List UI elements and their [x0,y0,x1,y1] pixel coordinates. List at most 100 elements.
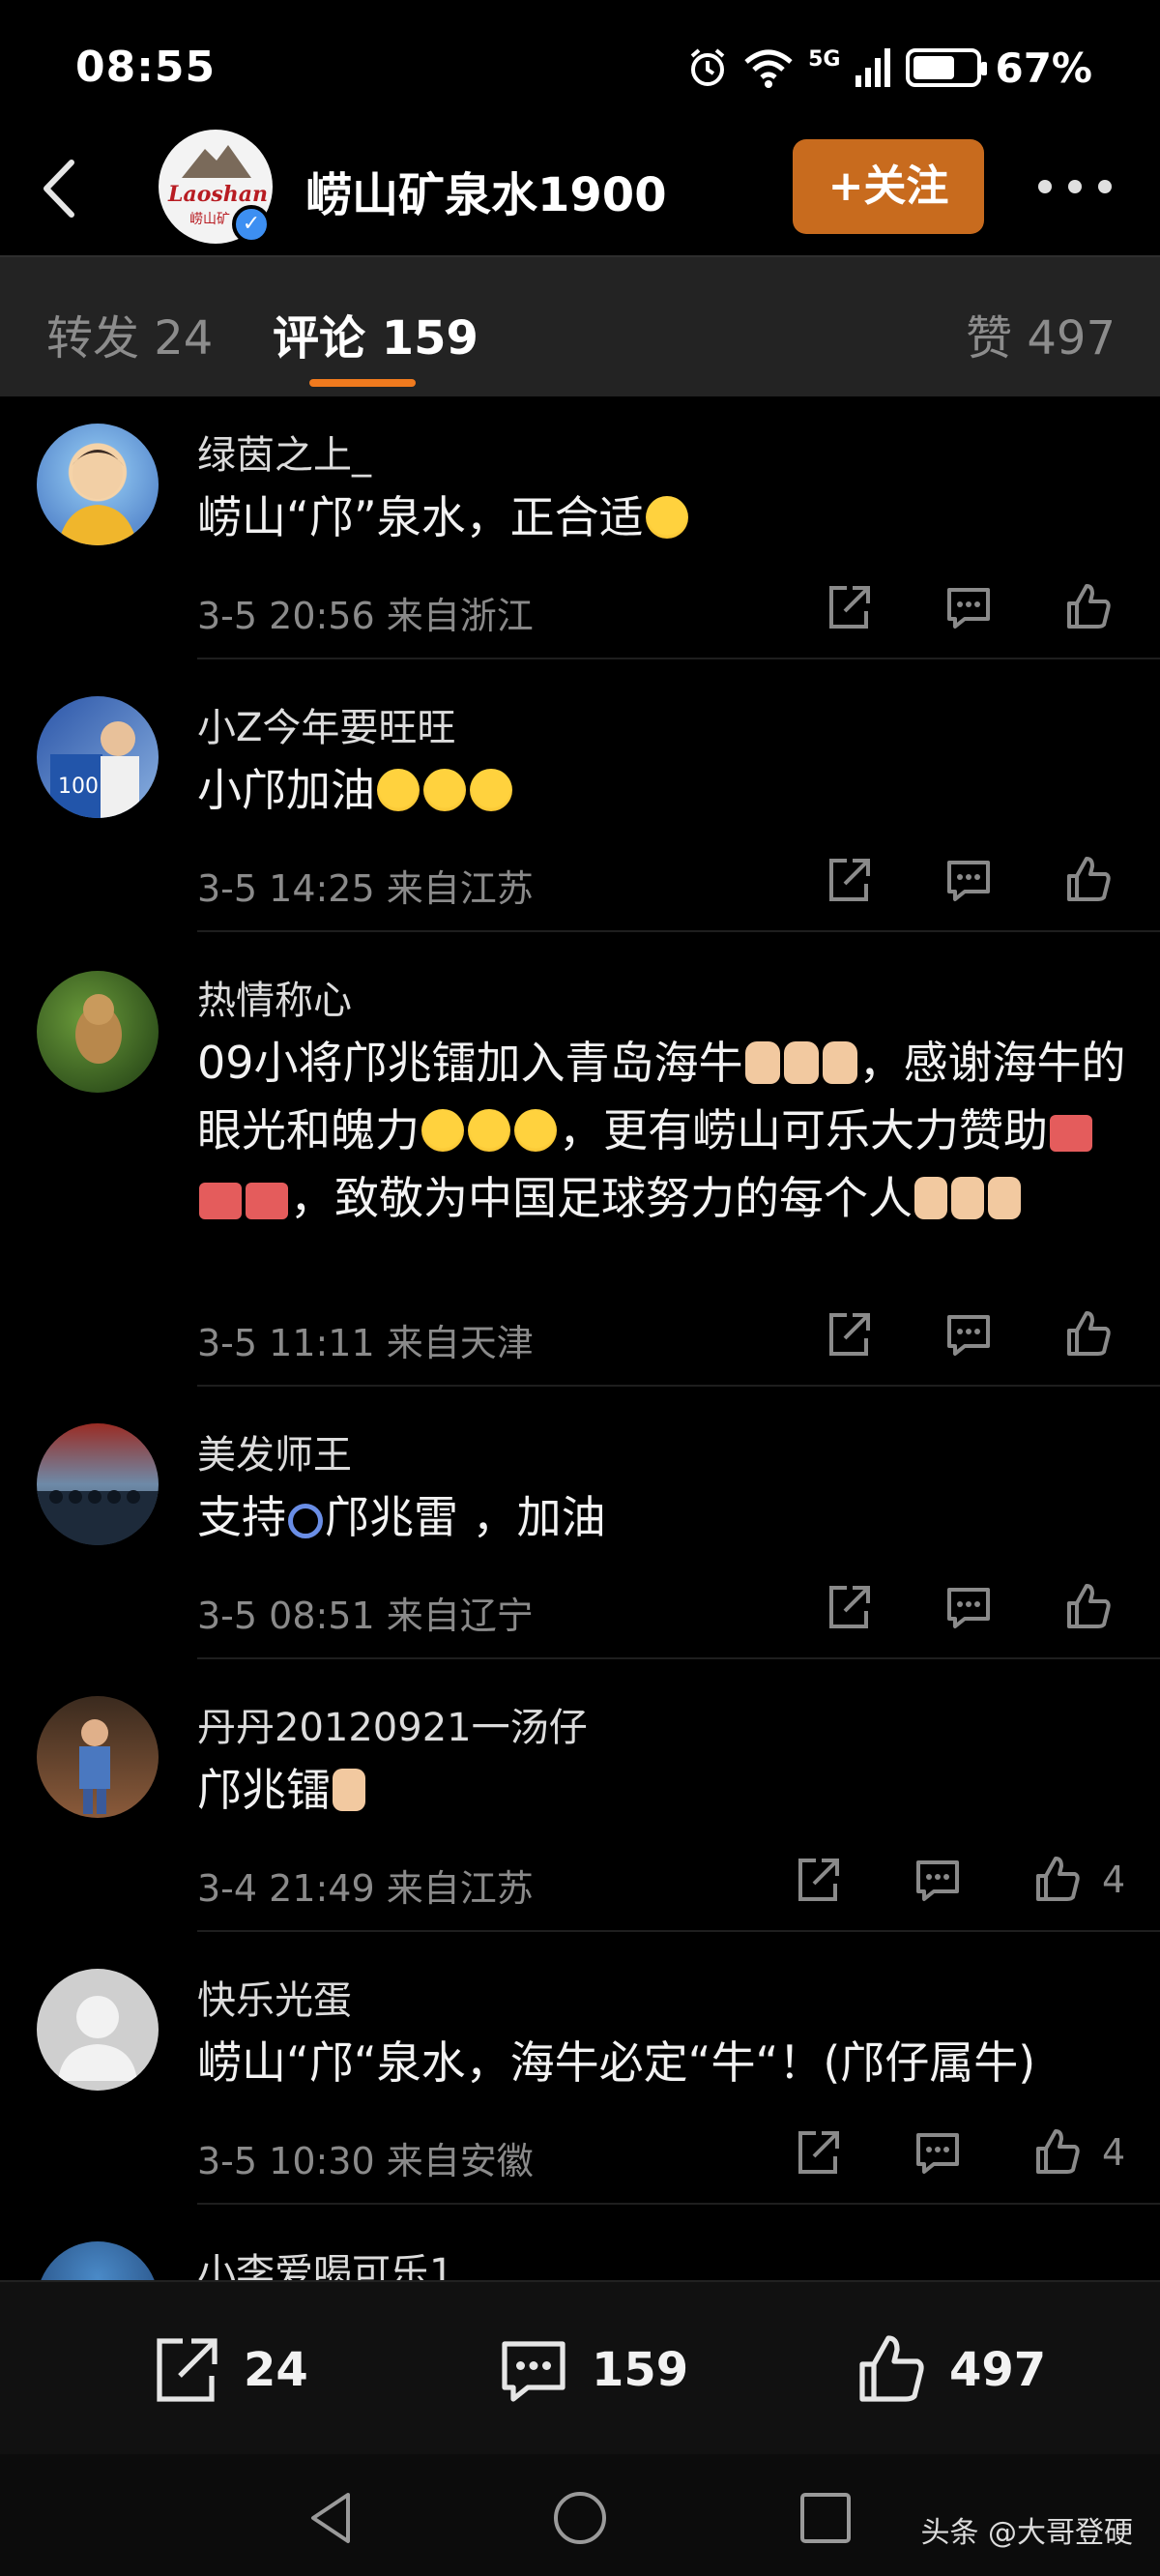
share-icon[interactable] [822,580,876,634]
divider [197,1657,1160,1659]
tab-comments[interactable]: 评论 159 [273,300,478,367]
comment-text-part: 支持 [197,1491,286,1543]
share-icon[interactable] [791,2125,845,2180]
share-icon[interactable] [791,1853,845,1907]
comment-text-part: 邝兆镭 [197,1764,331,1816]
avatar[interactable] [37,2241,159,2280]
comment-icon[interactable] [942,1580,996,1634]
signal-icon [856,48,891,87]
like-count: 497 [949,2343,1047,2397]
network-type: 5G [808,46,841,72]
comment-author[interactable]: 绿茵之上_ [197,424,371,480]
comment-count: 159 [592,2343,689,2397]
comment-button[interactable]: 159 [493,2327,688,2414]
topic-link[interactable]: 邝兆雷 ，加油 [325,1491,606,1543]
verified-badge-icon: ✓ [232,205,271,244]
comment-item: 绿茵之上_ 崂山“邝”泉水，正合适 3-5 20:56 来自浙江 [0,396,1160,669]
comment-author[interactable]: 小李爱喝可乐1 [197,2241,453,2280]
comment-icon[interactable] [942,853,996,907]
share-icon[interactable] [822,1307,876,1361]
comment-text: 支持 邝兆雷 ，加油 [197,1483,1135,1551]
tab-bar: 转发 24 评论 159 赞 497 [0,255,1160,396]
nav-recents-icon[interactable] [798,2491,853,2545]
watermark: 头条 @大哥登硬 [920,2516,1133,2550]
comment-meta: 3-5 11:11 来自天津 [197,1322,534,1364]
like-count: 4 [1102,1859,1126,1901]
comment-text: 09小将邝兆镭加入青岛海牛 ，感谢海牛的眼光和魄力 ，更有崂山可乐大力赞助，致敬为中… [197,1029,1135,1232]
comment-text: 崂山“邝“泉水，海牛必定“牛“！(邝仔属牛) [197,2036,1036,2089]
crossed-fingers-emoji-icon [333,1769,365,1811]
more-options-button[interactable] [1038,172,1112,201]
comment-author[interactable]: 丹丹20120921一汤仔 [197,1696,588,1752]
comment-icon[interactable] [942,580,996,634]
divider [197,930,1160,932]
bottom-action-bar: 24 159 497 [0,2280,1160,2454]
comment-text-part: ，更有崂山可乐大力赞助 [559,1104,1048,1156]
status-time: 08:55 [75,43,217,92]
comment-text: 邝兆镭 [197,1756,1135,1824]
avatar[interactable] [37,424,159,545]
crossed-fingers-emoji-icon [914,1177,947,1219]
alarm-icon [690,48,725,86]
share-icon[interactable] [822,853,876,907]
thumbs-up-emoji-icon [783,1041,819,1084]
svg-text:100: 100 [58,775,99,799]
like-icon[interactable] [1061,853,1116,907]
comment-text-part: ，致敬为中国足球努力的每个人 [290,1172,913,1224]
like-icon[interactable] [1030,2125,1085,2180]
like-button[interactable]: 497 [851,2327,1046,2414]
comment-text-part: 09小将邝兆镭加入青岛海牛 [197,1037,743,1089]
zan-sticker-icon [1050,1115,1092,1152]
like-icon[interactable] [1030,1853,1085,1907]
comment-author[interactable]: 小Z今年要旺旺 [197,696,455,752]
like-icon[interactable] [1061,1307,1116,1361]
share-icon[interactable] [822,1580,876,1634]
comment-icon[interactable] [911,2125,965,2180]
follow-button[interactable]: +关注 [793,139,984,234]
comment-icon[interactable] [942,1307,996,1361]
avatar[interactable]: 100 [37,696,159,818]
mountain-logo-icon [182,145,251,178]
comment-item: 丹丹20120921一汤仔 邝兆镭 3-4 21:49 来自江苏 4 [0,1669,1160,1942]
comment-meta: 3-5 08:51 来自辽宁 [197,1595,534,1637]
comment-icon [502,2341,566,2402]
repost-count: 24 [244,2343,308,2397]
status-bar: 08:55 5G 67% [0,0,1160,135]
back-button[interactable] [33,155,91,222]
laugh-cry-emoji-icon [645,496,688,539]
tab-likes[interactable]: 赞 497 [966,300,1116,367]
comment-list[interactable]: 绿茵之上_ 崂山“邝”泉水，正合适 3-5 20:56 来自浙江 100 小Z今… [0,396,1160,2280]
avatar[interactable] [37,971,159,1093]
comment-text: 崂山“邝”泉水，正合适 [197,483,1135,551]
divider [197,658,1160,659]
search-icon[interactable] [288,1504,323,1538]
comment-icon[interactable] [911,1853,965,1907]
comment-meta: 3-5 20:56 来自浙江 [197,595,534,637]
comment-item: 热情称心 09小将邝兆镭加入青岛海牛 ，感谢海牛的眼光和魄力 ，更有崂山可乐大力赞助… [0,942,1160,1396]
comment-meta: 3-5 10:30 来自安徽 [197,2140,534,2182]
like-icon[interactable] [1061,580,1116,634]
like-icon[interactable] [1061,1580,1116,1634]
wifi-icon [744,49,793,88]
nav-back-icon[interactable] [305,2489,360,2547]
like-icon [859,2335,924,2402]
comment-author[interactable]: 快乐光蛋 [197,1969,352,2025]
nav-home-icon[interactable] [551,2489,609,2547]
tab-reposts[interactable]: 转发 24 [46,300,213,367]
default-avatar-icon [58,1996,137,2081]
thumbs-up-emoji-icon [744,1041,780,1084]
comment-author[interactable]: 热情称心 [197,969,352,1025]
yawn-emoji-icon [421,1109,464,1152]
crossed-fingers-emoji-icon [988,1177,1021,1219]
comment-item: 美发师王 支持 邝兆雷 ，加油 3-5 08:51 来自辽宁 [0,1396,1160,1669]
share-icon [157,2338,218,2402]
account-name[interactable]: 崂山矿泉水1900 [305,157,667,224]
avatar[interactable] [37,1969,159,2091]
avatar[interactable] [37,1423,159,1545]
repost-button[interactable]: 24 [145,2327,308,2414]
comment-actions: 4 [791,2125,1131,2183]
avatar[interactable] [37,1696,159,1818]
comment-author[interactable]: 美发师王 [197,1423,352,1479]
header: Laoshan 崂山矿 ✓ 崂山矿泉水1900 +关注 [0,116,1160,251]
logo-subtext: 崂山矿 [189,212,230,227]
